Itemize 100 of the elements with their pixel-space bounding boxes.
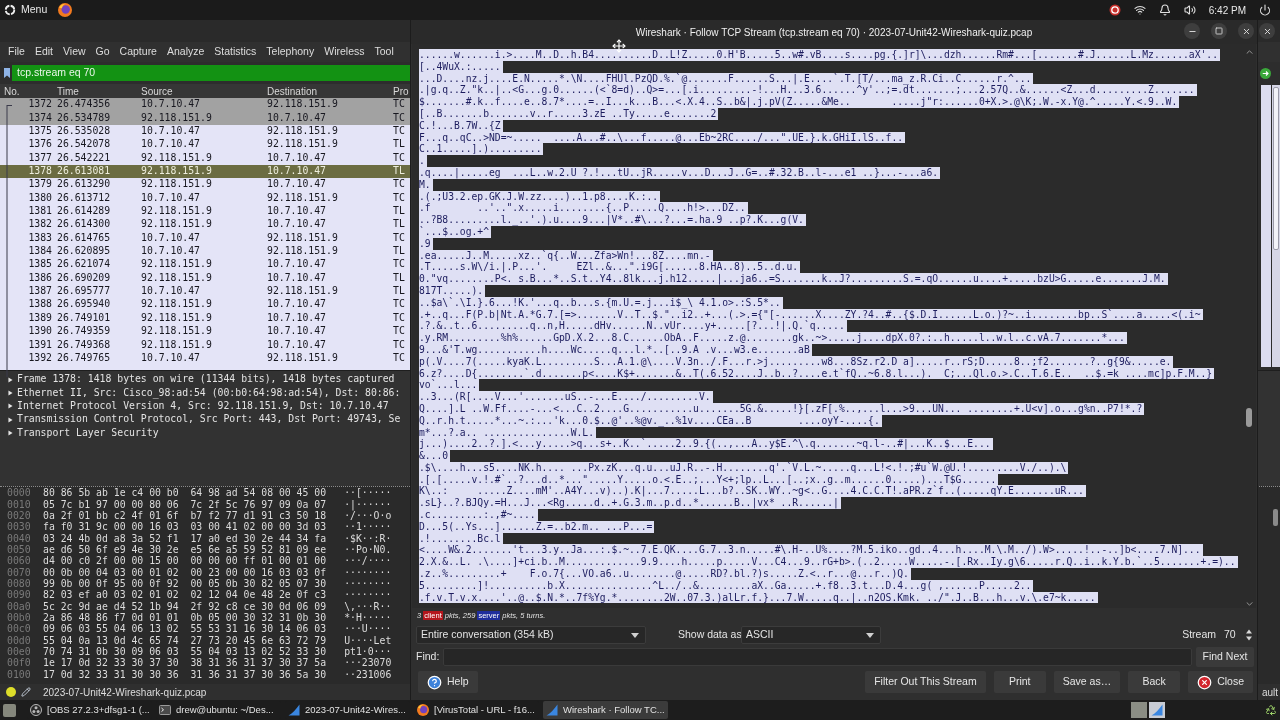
arrow-circle-icon[interactable] <box>1260 67 1271 79</box>
power-icon[interactable] <box>1259 4 1271 16</box>
hex-bytes: 55 04 0a 13 0d 4c 65 74 27 73 20 45 6e 63 72 79 <box>43 633 327 647</box>
conversation-dropdown[interactable]: Entire conversation (354 kB) <box>416 626 646 644</box>
close-button[interactable] <box>1259 23 1275 39</box>
byte-offset: 0050 <box>6 543 32 556</box>
destination-address: 10.7.10.47 <box>266 310 327 325</box>
hex-bytes: 1e 17 0d 32 33 30 37 30 38 31 36 31 37 30 37 5a <box>43 656 327 670</box>
protocol-text: TC <box>392 310 405 325</box>
scroll-up-icon[interactable] <box>1245 50 1253 54</box>
up-down-arrows-icon[interactable] <box>1246 629 1252 641</box>
menu-item[interactable]: Edit <box>34 44 53 60</box>
menu-item[interactable]: Analyze <box>166 44 205 60</box>
menu-item[interactable]: File <box>8 44 25 60</box>
menu-item[interactable]: Telephony <box>266 44 315 60</box>
bell-icon[interactable] <box>1158 4 1171 16</box>
stream-spinbox[interactable]: 70 <box>1222 626 1252 644</box>
close-button[interactable] <box>1238 23 1254 39</box>
triangle-icon[interactable] <box>8 416 13 423</box>
hex-bytes: 82 03 ef a0 03 02 01 02 02 12 04 0e 48 2e 0f c3 <box>43 588 327 602</box>
dialog-button[interactable]: Back <box>1128 671 1181 693</box>
dialog-button[interactable]: Close <box>1188 671 1253 693</box>
maximize-button[interactable] <box>1211 23 1227 39</box>
destination-address: 92.118.151.9 <box>266 244 339 259</box>
destination-address: 10.7.10.47 <box>266 297 327 312</box>
protocol-text: TC <box>392 257 405 272</box>
protocol-tree-item[interactable]: Transmission Control Protocol, Src Port: 443, Dst Port: 49743, Se <box>17 412 401 427</box>
circle-status-icon[interactable] <box>1108 4 1121 16</box>
protocol-tree-item[interactable]: Transport Layer Security <box>17 425 159 441</box>
menu-item[interactable]: View <box>63 44 86 60</box>
destination-address: 92.118.151.9 <box>266 97 339 112</box>
workspace-switcher[interactable] <box>1131 702 1165 718</box>
column-header[interactable]: No. <box>0 83 52 99</box>
protocol-text: TC <box>392 350 405 365</box>
show-desktop-icon[interactable] <box>3 703 16 717</box>
menu-item[interactable]: Go <box>95 44 110 60</box>
ascii-bytes: *·H····· <box>344 611 392 624</box>
scrollbar-thumb[interactable] <box>1273 87 1279 250</box>
hex-bytes: 70 74 31 0b 30 09 06 03 55 04 03 13 02 52 33 30 <box>43 645 327 658</box>
dialog-button[interactable]: Print <box>993 671 1046 693</box>
taskbar-item[interactable]: [OBS 27.2.3+dfsg1-1 (... <box>27 701 152 719</box>
packet-time: 26.749368 <box>56 337 112 352</box>
profile-text[interactable]: ault <box>1261 684 1278 700</box>
pencil-icon[interactable] <box>21 687 31 697</box>
menu-item[interactable]: Capture <box>119 44 157 60</box>
menu-item[interactable]: Statistics <box>214 44 257 60</box>
packet-time: 26.613290 <box>56 177 112 192</box>
column-header[interactable]: Destination <box>265 83 391 99</box>
packet-time: 26.695777 <box>56 284 112 299</box>
packet-row[interactable]: 1372 26.474356 10.7.10.47 92.118.151.9 TC <box>0 98 410 112</box>
packet-number: 1379 <box>27 177 52 192</box>
byte-offset: 0100 <box>6 667 32 682</box>
dialog-button[interactable]: Filter Out This Stream <box>865 671 986 693</box>
taskbar-item[interactable]: Wireshark · Follow TC... <box>543 701 668 719</box>
packet-time: 26.621074 <box>56 257 112 272</box>
hex-bytes: 5c 2c 9d ae d4 52 1b 94 2f 92 c8 ce 30 0d 06 09 <box>43 599 327 613</box>
protocol-tree-item[interactable]: Ethernet II, Src: Cisco_98:ad:54 (00:b0:64:98:ad:54), Dst: 80:86: <box>17 385 401 401</box>
protocol-text: TL <box>392 244 405 259</box>
hex-bytes: 2a 86 48 86 f7 0d 01 01 0b 05 00 30 32 31 0b 30 <box>43 611 327 624</box>
source-address: 92.118.151.9 <box>140 257 213 272</box>
destination-address: 10.7.10.47 <box>266 257 327 272</box>
menu-item[interactable]: Tool <box>374 44 394 60</box>
source-address: 92.118.151.9 <box>140 177 213 192</box>
source-address: 92.118.151.9 <box>140 310 213 325</box>
data-format-dropdown[interactable]: ASCII <box>741 626 881 644</box>
minimize-button[interactable] <box>1184 23 1200 39</box>
find-next-button[interactable]: Find Next <box>1196 647 1254 667</box>
browser-launcher[interactable] <box>58 3 73 17</box>
protocol-tree-item[interactable]: Internet Protocol Version 4, Src: 92.118.151.9, Dst: 10.7.10.47 <box>17 398 389 414</box>
menu-button[interactable]: Menu <box>4 1 48 19</box>
triangle-icon[interactable] <box>8 403 13 410</box>
triangle-icon[interactable] <box>8 389 13 396</box>
column-header[interactable]: Pro <box>391 83 409 99</box>
packet-row[interactable]: 1374 26.534789 92.118.151.9 10.7.10.47 TC <box>0 111 410 125</box>
clock-text[interactable]: 6:42 PM <box>1208 2 1246 18</box>
byte-offset: 0080 <box>6 577 32 590</box>
source-address: 92.118.151.9 <box>140 324 213 339</box>
hex-bytes: 99 0b 00 0f 95 00 0f 92 00 05 0b 30 82 05 07 30 <box>43 577 327 590</box>
triangle-icon[interactable] <box>8 376 13 383</box>
hex-bytes: 03 24 4b 0d a8 3a 52 f1 17 a0 ed 30 2e 44 34 fa <box>43 531 327 545</box>
scroll-down-icon[interactable] <box>1245 602 1253 606</box>
bookmark-icon[interactable] <box>4 68 10 78</box>
column-header[interactable]: Source <box>139 83 265 99</box>
triangle-icon[interactable] <box>8 429 13 436</box>
packet-number: 1384 <box>27 244 52 259</box>
status-dot-icon[interactable] <box>6 687 16 697</box>
packet-time: 26.535028 <box>56 124 112 138</box>
bracket-line-icon <box>6 105 12 377</box>
dialog-button[interactable]: Save as… <box>1053 671 1121 693</box>
scrollbar-thumb[interactable] <box>1246 408 1252 427</box>
dialog-button[interactable]: Help <box>418 671 478 693</box>
column-header[interactable]: Time <box>52 83 139 99</box>
display-filter-field[interactable]: tcp.stream eq 70 <box>12 65 410 81</box>
menu-item[interactable]: Wireless <box>324 44 365 60</box>
wifi-icon[interactable] <box>1133 4 1146 16</box>
protocol-tree-item[interactable]: Frame 1378: 1418 bytes on wire (11344 bits), 1418 bytes captured <box>17 372 395 387</box>
packet-number: 1376 <box>27 137 52 152</box>
scrollbar-thumb[interactable] <box>1273 509 1278 526</box>
recycle-icon[interactable] <box>1265 704 1277 716</box>
speaker-icon[interactable] <box>1183 4 1196 16</box>
